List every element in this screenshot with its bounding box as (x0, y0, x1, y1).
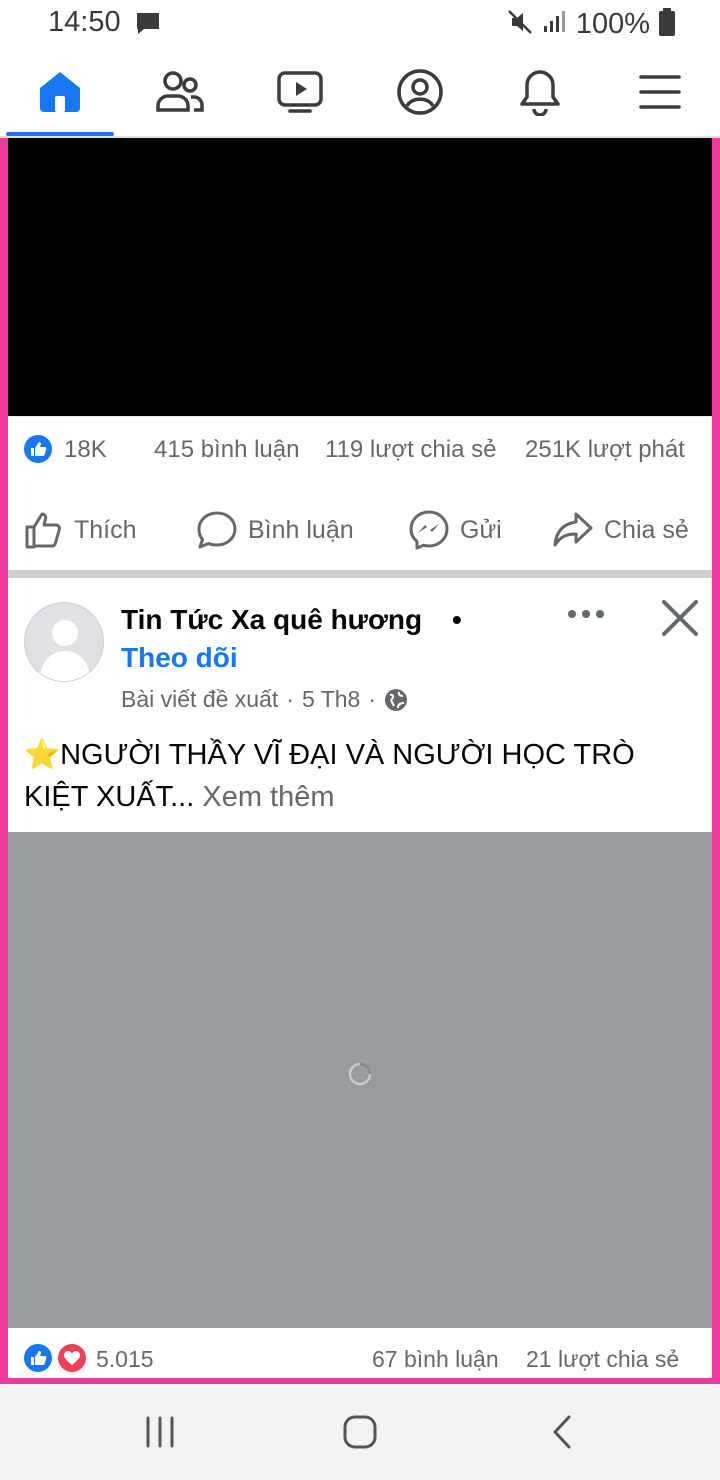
post1-share-count[interactable]: 119 lượt chia sẻ (325, 436, 496, 464)
top-nav (0, 48, 720, 138)
home-icon (40, 72, 80, 112)
tab-notifications[interactable] (480, 48, 600, 136)
thumbs-up-icon (25, 512, 61, 549)
post2-media[interactable] (8, 832, 712, 1328)
share-icon (553, 512, 593, 547)
follow-button[interactable]: Theo dõi (121, 642, 238, 674)
like-reaction-icon (22, 1342, 54, 1374)
tab-watch[interactable] (240, 48, 360, 136)
name-separator: • (452, 604, 462, 635)
message-icon (134, 10, 162, 43)
post1-play-count: 251K lượt phát (525, 436, 685, 463)
close-icon (662, 600, 698, 636)
home-button[interactable] (330, 1408, 390, 1456)
more-icon (568, 610, 604, 618)
status-indicators: 100% (506, 6, 676, 42)
video-icon (277, 71, 323, 113)
post-date[interactable]: 5 Th8 (302, 686, 360, 713)
bell-icon (520, 70, 560, 116)
love-reaction-icon (56, 1342, 88, 1374)
post-meta: Bài viết đề xuất · 5 Th8 · (121, 686, 408, 713)
post1-stats: 18K 415 bình luận 119 lượt chia sẻ 251K … (8, 416, 712, 482)
signal-icon (542, 8, 568, 41)
post1-action-bar: Thích Bình luận Gửi Chia sẻ (8, 492, 712, 568)
loading-spinner-icon (348, 1062, 372, 1086)
comment-button-label: Bình luận (248, 515, 354, 544)
globe-icon (385, 688, 408, 711)
back-button[interactable] (532, 1408, 592, 1456)
mute-icon (506, 8, 534, 41)
default-avatar-icon (39, 620, 91, 681)
tab-home[interactable] (0, 48, 120, 136)
recent-apps-button[interactable] (130, 1408, 190, 1456)
status-time: 14:50 (48, 6, 121, 38)
send-button[interactable]: Gửi (408, 492, 502, 568)
post2-comment-count[interactable]: 67 bình luận (372, 1346, 499, 1373)
comment-button[interactable]: Bình luận (196, 492, 354, 568)
hide-post-button[interactable] (658, 596, 702, 640)
meta-separator: · (286, 686, 294, 712)
post2-stats: 5.015 67 bình luận 21 lượt chia sẻ (8, 1334, 712, 1378)
active-tab-indicator (6, 132, 114, 136)
tab-menu[interactable] (600, 48, 720, 136)
more-options-button[interactable] (564, 600, 608, 628)
post-text: ⭐NGƯỜI THẦY VĨ ĐẠI VÀ NGƯỜI HỌC TRÒ KIỆT… (24, 734, 704, 818)
post2-reaction-count[interactable]: 5.015 (96, 1346, 154, 1373)
news-feed[interactable]: 18K 415 bình luận 119 lượt chia sẻ 251K … (0, 138, 720, 1384)
send-button-label: Gửi (460, 515, 502, 544)
home-circle-icon (343, 1415, 377, 1449)
recent-apps-icon (146, 1416, 174, 1448)
page-name-link[interactable]: Tin Tức Xa quê hương (121, 604, 422, 636)
see-more-link[interactable]: Xem thêm (202, 781, 334, 813)
post1-video[interactable] (8, 138, 712, 416)
tab-profile[interactable] (360, 48, 480, 136)
comment-icon (197, 511, 237, 549)
status-bar: 14:50 100% (0, 0, 720, 48)
post2-share-count[interactable]: 21 lượt chia sẻ (526, 1346, 679, 1373)
friends-icon (156, 71, 204, 112)
share-button-label: Chia sẻ (604, 515, 689, 544)
menu-icon (639, 75, 681, 109)
battery-icon (658, 7, 676, 42)
messenger-icon (409, 510, 449, 550)
like-button-label: Thích (74, 515, 137, 544)
like-reaction-icon (22, 433, 54, 465)
post1-comment-count[interactable]: 415 bình luận (154, 436, 299, 464)
meta-separator: · (368, 686, 377, 712)
android-nav-bar (0, 1384, 720, 1480)
page-avatar[interactable] (24, 602, 104, 682)
tab-friends[interactable] (120, 48, 240, 136)
back-icon (553, 1415, 571, 1449)
profile-icon (397, 69, 443, 115)
battery-percent: 100% (575, 7, 650, 40)
like-button[interactable]: Thích (24, 492, 137, 568)
share-button[interactable]: Chia sẻ (552, 492, 689, 568)
suggested-label: Bài viết đề xuất (121, 686, 279, 712)
post1-reaction-count[interactable]: 18K (64, 436, 107, 464)
post-divider (8, 570, 712, 578)
